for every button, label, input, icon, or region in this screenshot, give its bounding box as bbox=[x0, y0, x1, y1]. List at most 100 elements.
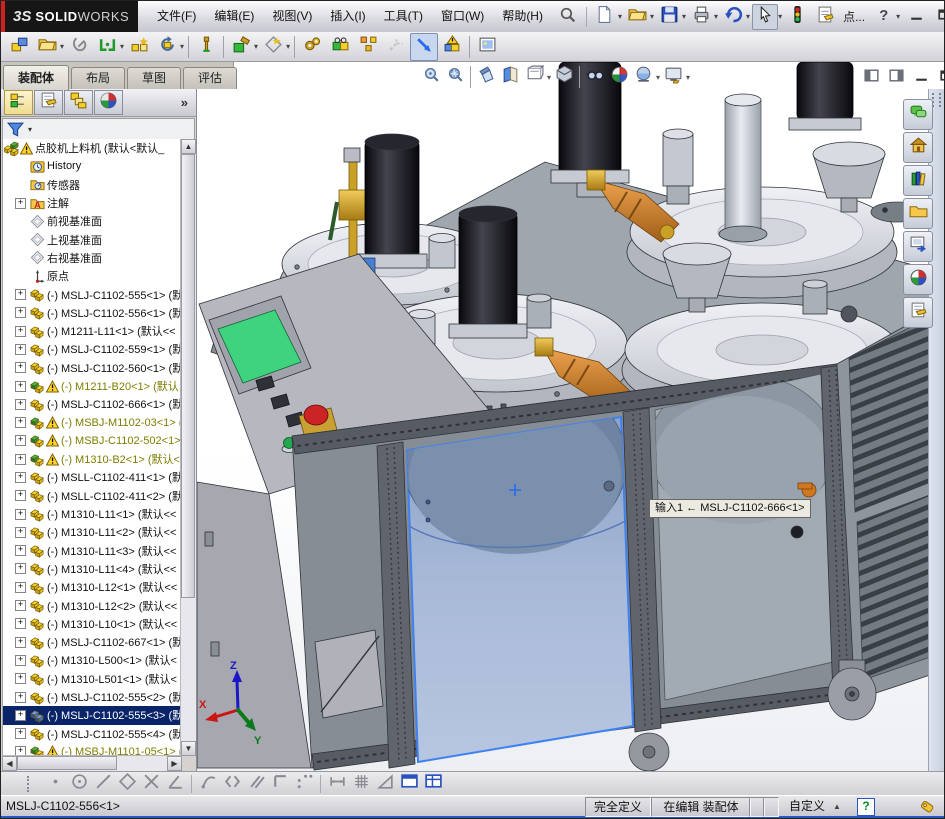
tree-expander[interactable]: + bbox=[15, 637, 26, 648]
menu-item[interactable]: 窗口(W) bbox=[432, 1, 493, 32]
tree-item[interactable]: +(-) MSLL-C1102-411<1> (默 bbox=[3, 468, 183, 486]
tree-expander[interactable]: + bbox=[15, 655, 26, 666]
tree-item[interactable]: +(-) MSLJ-C1102-555<3> (默 bbox=[3, 706, 183, 724]
scroll-down-button[interactable]: ▼ bbox=[181, 741, 196, 756]
view-palette-tab[interactable] bbox=[903, 231, 933, 262]
tree-item[interactable]: History bbox=[3, 157, 183, 175]
file-explorer-tab[interactable] bbox=[903, 198, 933, 229]
tree-expander[interactable]: + bbox=[15, 563, 26, 574]
sketch-circle-button[interactable] bbox=[67, 773, 91, 795]
dropdown-caret-icon[interactable]: ▾ bbox=[686, 73, 690, 82]
file-properties-button[interactable] bbox=[812, 4, 838, 30]
tree-item[interactable]: 上视基准面 bbox=[3, 230, 183, 248]
tree-item[interactable]: 原点 bbox=[3, 267, 183, 285]
menu-item[interactable]: 插入(I) bbox=[321, 1, 374, 32]
tree-item[interactable]: +(-) M1310-L11<4> (默认<< bbox=[3, 560, 183, 578]
menu-item[interactable]: 工具(T) bbox=[375, 1, 432, 32]
sketch-mirror-button[interactable] bbox=[220, 773, 244, 795]
apply-scene-button[interactable] bbox=[631, 65, 655, 89]
tree-horizontal-scrollbar[interactable]: ◀ ▶ bbox=[2, 755, 182, 771]
dropdown-caret-icon[interactable]: ▾ bbox=[618, 12, 622, 21]
tree-expander[interactable]: + bbox=[15, 289, 26, 300]
rotate-component-button[interactable] bbox=[153, 33, 181, 61]
tag-icon[interactable] bbox=[919, 798, 936, 818]
tree-expander[interactable]: + bbox=[15, 454, 26, 465]
menu-item[interactable]: 视图(V) bbox=[263, 1, 321, 32]
move-component-button[interactable] bbox=[410, 33, 438, 61]
section-view-button[interactable] bbox=[498, 65, 522, 89]
dropdown-caret-icon[interactable]: ▾ bbox=[656, 73, 660, 82]
restore-button[interactable] bbox=[932, 7, 945, 27]
tree-item[interactable]: 传感器 bbox=[3, 176, 183, 194]
tree-expander[interactable]: + bbox=[15, 326, 26, 337]
solidworks-resources-home-tab[interactable] bbox=[903, 132, 933, 163]
panel-expand-chevron[interactable]: » bbox=[181, 95, 188, 110]
sketch-grid-button[interactable] bbox=[349, 773, 373, 795]
appearances-scenes-tab[interactable] bbox=[903, 264, 933, 295]
scroll-right-button[interactable]: ▶ bbox=[167, 756, 182, 771]
tree-item[interactable]: +(-) M1310-L12<1> (默认<< bbox=[3, 578, 183, 596]
previous-view-button[interactable] bbox=[474, 65, 498, 89]
edit-appearance-button[interactable] bbox=[607, 65, 631, 89]
configurationmanager-button[interactable] bbox=[64, 90, 93, 115]
tree-item[interactable]: +(-) M1310-L11<1> (默认<< bbox=[3, 505, 183, 523]
tree-item[interactable]: +(-) M1211-L11<1> (默认<< bbox=[3, 322, 183, 340]
save-button[interactable] bbox=[656, 4, 682, 30]
motion-study-button[interactable] bbox=[298, 33, 326, 61]
tree-item[interactable]: +(-) M1310-L11<2> (默认<< bbox=[3, 523, 183, 541]
tree-item[interactable]: +(-) MSLJ-C1102-555<4> (默 bbox=[3, 725, 183, 743]
search-button[interactable] bbox=[555, 4, 581, 30]
open-part-button[interactable] bbox=[33, 33, 61, 61]
tree-item[interactable]: +(-) M1310-L11<3> (默认<< bbox=[3, 542, 183, 560]
tree-expander[interactable]: + bbox=[15, 490, 26, 501]
toolbar-grip[interactable] bbox=[27, 776, 33, 792]
tree-expander[interactable]: + bbox=[15, 381, 26, 392]
tree-item[interactable]: 点胶机上料机 (默认<默认_ bbox=[3, 139, 183, 157]
sketch-corner-button[interactable] bbox=[268, 773, 292, 795]
dropdown-caret-icon[interactable]: ▾ bbox=[682, 12, 686, 21]
reference-geometry-button[interactable] bbox=[259, 33, 287, 61]
display-style-button[interactable] bbox=[552, 65, 576, 89]
dropdown-caret-icon[interactable]: ▾ bbox=[254, 42, 258, 51]
tree-expander[interactable]: + bbox=[15, 692, 26, 703]
tree-item[interactable]: +(-) M1310-L500<1> (默认< bbox=[3, 651, 183, 669]
attach-button[interactable] bbox=[65, 33, 93, 61]
dropdown-caret-icon[interactable]: ▾ bbox=[60, 42, 64, 51]
doc-minimize-button[interactable] bbox=[910, 70, 932, 86]
dropdown-caret-icon[interactable]: ▾ bbox=[180, 42, 184, 51]
view-settings-button[interactable] bbox=[661, 65, 685, 89]
select-cursor-button[interactable] bbox=[752, 4, 778, 30]
units-caret-icon[interactable]: ▲ bbox=[833, 802, 841, 811]
tree-item[interactable]: +(-) M1310-L12<2> (默认<< bbox=[3, 596, 183, 614]
tree-item[interactable]: +(-) MSLJ-C1102-666<1> (默 bbox=[3, 395, 183, 413]
exploded-view-button[interactable] bbox=[354, 33, 382, 61]
tree-item[interactable]: +(-) MSLJ-C1102-555<1> (默 bbox=[3, 285, 183, 303]
dropdown-caret-icon[interactable]: ▾ bbox=[778, 12, 782, 21]
tree-expander[interactable]: + bbox=[15, 527, 26, 538]
tree-expander[interactable]: + bbox=[15, 509, 26, 520]
tree-item[interactable]: +(-) M1310-B2<1> (默认< bbox=[3, 450, 183, 468]
rapid-sketch-button[interactable] bbox=[397, 773, 421, 795]
tree-expander[interactable]: + bbox=[15, 728, 26, 739]
tree-expander[interactable]: + bbox=[15, 417, 26, 428]
component-pattern-button[interactable] bbox=[125, 33, 153, 61]
dropdown-caret-icon[interactable]: ▾ bbox=[286, 42, 290, 51]
smart-dimension-button[interactable] bbox=[325, 773, 349, 795]
tab-装配体[interactable]: 装配体 bbox=[3, 65, 69, 90]
dropdown-caret-icon[interactable]: ▾ bbox=[120, 42, 124, 51]
tree-expander[interactable]: + bbox=[15, 307, 26, 318]
tree-expander[interactable]: + bbox=[15, 344, 26, 355]
tree-expander[interactable]: + bbox=[15, 710, 26, 721]
sketch-convert-button[interactable] bbox=[292, 773, 316, 795]
help-button[interactable]: ? bbox=[870, 4, 896, 30]
sketch-line-button[interactable] bbox=[91, 773, 115, 795]
minimize-button[interactable] bbox=[904, 7, 929, 27]
sketch-point-button[interactable] bbox=[43, 773, 67, 795]
preview-window-button[interactable] bbox=[473, 33, 501, 61]
tree-item[interactable]: +(-) M1211-B20<1> (默认 bbox=[3, 377, 183, 395]
assembly-features-button[interactable] bbox=[227, 33, 255, 61]
dropdown-caret-icon[interactable]: ▾ bbox=[547, 73, 551, 82]
dropdown-caret-icon[interactable]: ▾ bbox=[746, 12, 750, 21]
tree-expander[interactable]: + bbox=[15, 582, 26, 593]
scroll-up-button[interactable]: ▲ bbox=[181, 139, 196, 154]
